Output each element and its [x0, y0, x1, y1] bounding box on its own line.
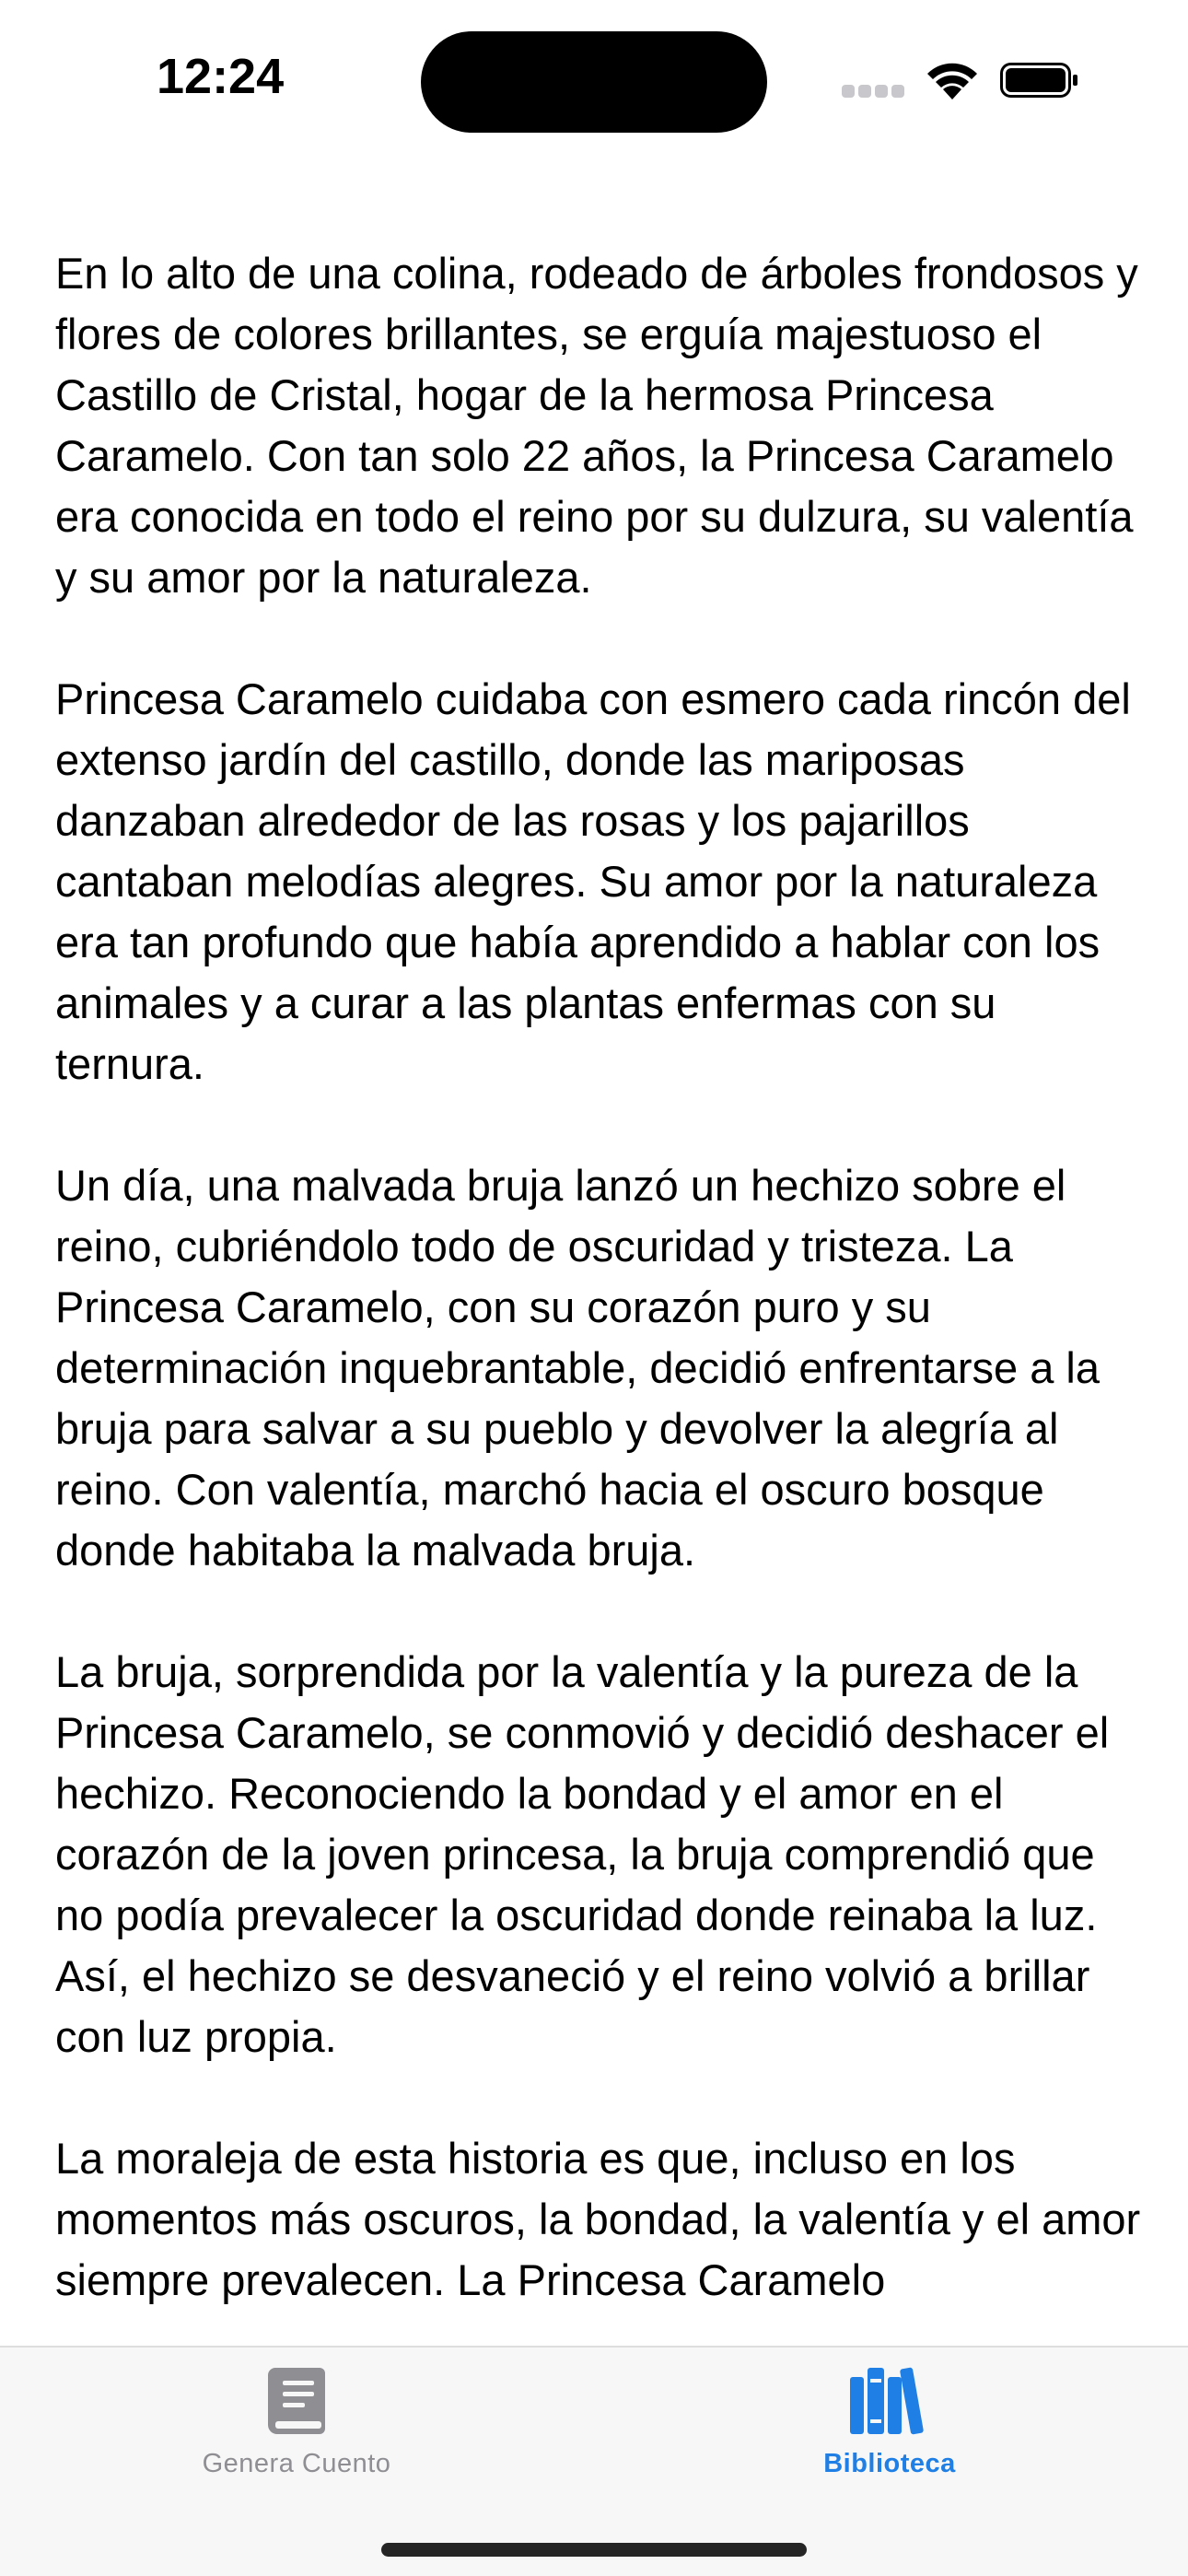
story-paragraph: La moraleja de esta historia es que, inc… [55, 2134, 1141, 2304]
story-paragraph: Princesa Caramelo cuidaba con esmero cad… [55, 674, 1131, 1088]
dynamic-island [421, 31, 767, 133]
status-time: 12:24 [157, 49, 285, 104]
tab-genera-cuento-label: Genera Cuento [202, 2449, 391, 2478]
tab-genera-cuento[interactable]: Genera Cuento [131, 2364, 462, 2493]
tab-biblioteca[interactable]: Biblioteca [724, 2364, 1055, 2493]
wifi-icon [927, 63, 977, 100]
cellular-signal-icon [842, 85, 904, 98]
story-paragraph: La bruja, sorprendida por la valentía y … [55, 1647, 1110, 2061]
story-text[interactable]: En lo alto de una colina, rodeado de árb… [55, 243, 1142, 2344]
app-screen: 12:24 En lo alto de una colina, rodeado … [0, 0, 1188, 2576]
tab-biblioteca-label: Biblioteca [823, 2449, 956, 2478]
story-paragraph: En lo alto de una colina, rodeado de árb… [55, 249, 1138, 602]
tab-bar: Genera Cuento Biblioteca [0, 2346, 1188, 2576]
status-bar: 12:24 [0, 0, 1188, 157]
battery-icon [1000, 63, 1077, 98]
story-paragraph: Un día, una malvada bruja lanzó un hechi… [55, 1161, 1100, 1575]
home-indicator[interactable] [381, 2543, 807, 2557]
books-library-icon [850, 2367, 924, 2435]
book-icon [268, 2368, 325, 2434]
